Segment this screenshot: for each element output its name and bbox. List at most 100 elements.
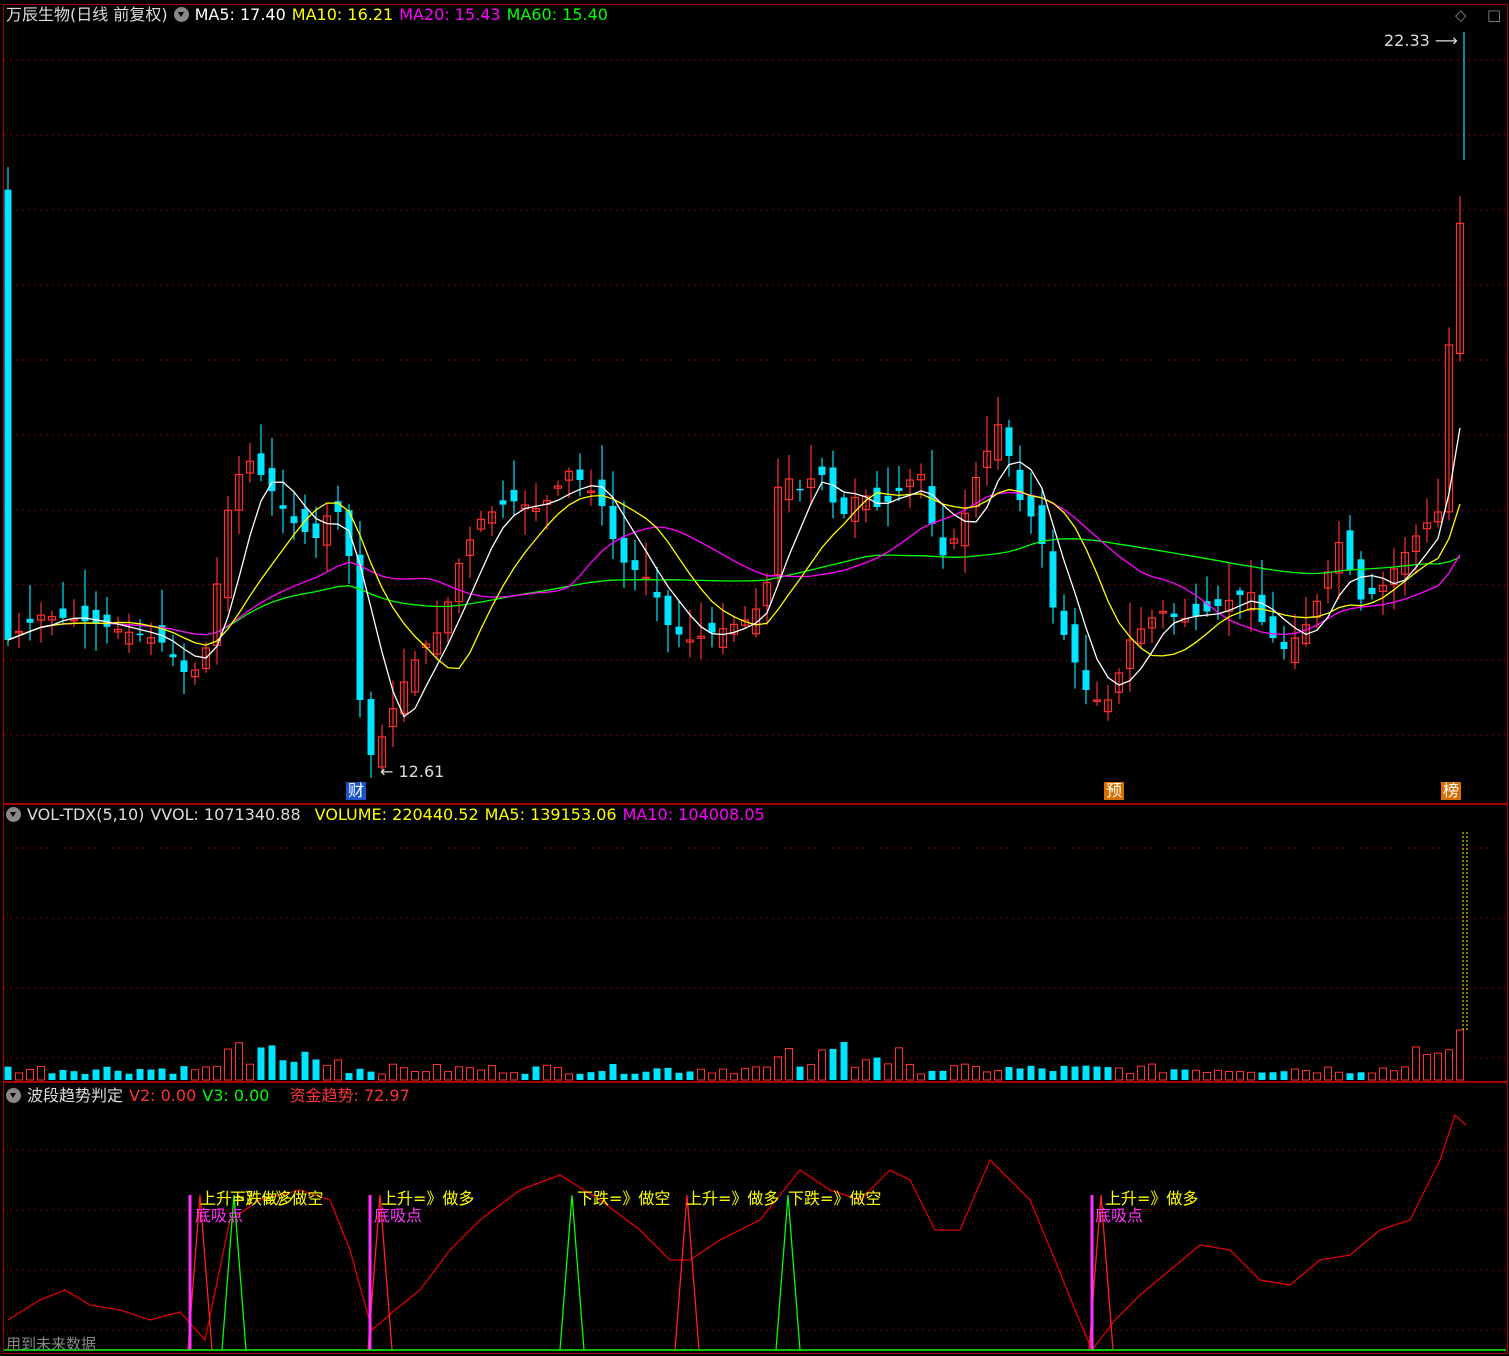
volume-bar xyxy=(532,1066,540,1080)
volume-bar xyxy=(994,1070,1002,1081)
volume-bar xyxy=(246,1063,254,1081)
candle-body xyxy=(1027,495,1035,517)
low-price-label: ← 12.61 xyxy=(380,762,445,781)
volume-bar xyxy=(422,1071,430,1081)
volume-bar xyxy=(466,1067,474,1081)
volume-bar xyxy=(554,1066,562,1081)
volume-bar xyxy=(708,1072,716,1081)
marker-cai[interactable]: 财 xyxy=(346,782,367,800)
volume-bar xyxy=(37,1065,45,1081)
candle-body xyxy=(1357,559,1365,600)
volume-bar xyxy=(521,1073,529,1080)
chart-canvas[interactable] xyxy=(0,0,1509,1356)
volume-bar xyxy=(1071,1066,1079,1080)
volume-bar xyxy=(70,1071,78,1080)
candle-body xyxy=(59,608,67,618)
volume-bar xyxy=(158,1068,166,1080)
volume-bar xyxy=(543,1064,551,1081)
volume-bar xyxy=(609,1064,617,1080)
signal-spike xyxy=(674,1194,700,1351)
candle-body xyxy=(620,537,628,563)
candle-body xyxy=(664,595,672,625)
absorb-label-3: 底吸点 xyxy=(1095,1206,1144,1225)
volume-bar xyxy=(1214,1069,1222,1081)
volume-bar xyxy=(455,1066,463,1081)
volume-bar xyxy=(862,1059,870,1081)
volume-bar xyxy=(796,1066,804,1080)
volume-bar xyxy=(1302,1070,1310,1081)
volume-bar xyxy=(103,1066,111,1080)
volume-bar xyxy=(268,1045,276,1080)
volume-bar xyxy=(1412,1046,1420,1081)
volume-bar xyxy=(675,1072,683,1080)
volume-bar xyxy=(48,1073,56,1080)
volume-bar xyxy=(1346,1073,1354,1080)
signal-spike xyxy=(559,1194,585,1351)
volume-bar xyxy=(1159,1072,1167,1081)
volume-bar xyxy=(114,1070,122,1080)
volume-bar xyxy=(345,1073,353,1080)
candle-body xyxy=(367,699,375,755)
volume-bar xyxy=(1236,1071,1244,1081)
volume-bar xyxy=(576,1073,584,1080)
volume-bar xyxy=(1434,1052,1442,1081)
volume-bar xyxy=(1049,1071,1057,1080)
volume-bar xyxy=(279,1060,287,1080)
candle-body xyxy=(1005,427,1013,456)
candle-body xyxy=(1346,530,1354,570)
signal-spike xyxy=(775,1194,801,1351)
volume-bar xyxy=(587,1072,595,1080)
volume-bar xyxy=(312,1059,320,1080)
candle-body xyxy=(1368,587,1376,594)
volume-bar xyxy=(961,1063,969,1081)
volume-bar xyxy=(917,1073,925,1081)
volume-bar xyxy=(444,1071,452,1081)
volume-bar xyxy=(81,1073,89,1080)
volume-bar xyxy=(26,1068,34,1081)
volume-bar xyxy=(895,1047,903,1081)
candle-body xyxy=(136,633,144,636)
marker-yu[interactable]: 预 xyxy=(1104,782,1125,800)
volume-bar xyxy=(1115,1067,1123,1081)
volume-bar xyxy=(510,1072,518,1081)
marker-bang[interactable]: 榜 xyxy=(1441,782,1462,800)
volume-bar xyxy=(1456,1029,1464,1081)
volume-bar xyxy=(1335,1071,1343,1081)
signal-label-4: 下跌=》做空 xyxy=(577,1189,671,1208)
volume-bar xyxy=(686,1071,694,1080)
candle-body xyxy=(873,487,881,507)
candle-body xyxy=(26,618,34,623)
volume-bar xyxy=(1258,1072,1266,1080)
volume-bar xyxy=(829,1048,837,1080)
candle-body xyxy=(1071,624,1079,663)
candle-body xyxy=(4,189,12,640)
volume-bar xyxy=(730,1073,738,1081)
volume-bar xyxy=(1082,1065,1090,1080)
candle-body xyxy=(1192,603,1200,616)
candle-body xyxy=(1269,616,1277,638)
volume-bar xyxy=(301,1051,309,1080)
volume-bar xyxy=(389,1063,397,1081)
volume-bar xyxy=(1093,1066,1101,1080)
volume-bar xyxy=(15,1072,23,1081)
signal-label-5: 上升=》做多 xyxy=(686,1189,780,1208)
volume-bar xyxy=(752,1066,760,1081)
candle-body xyxy=(92,609,100,624)
volume-bar xyxy=(367,1071,375,1080)
volume-bar xyxy=(202,1066,210,1081)
volume-bar xyxy=(477,1069,485,1081)
volume-bar xyxy=(1324,1066,1332,1081)
signal-label-6: 下跌=》做空 xyxy=(788,1189,882,1208)
volume-bar xyxy=(1368,1072,1376,1081)
volume-bar xyxy=(59,1070,67,1080)
candle-body xyxy=(928,486,936,524)
volume-bar xyxy=(1225,1070,1233,1081)
volume-bar xyxy=(1038,1068,1046,1080)
volume-bar xyxy=(334,1059,342,1081)
volume-bar xyxy=(400,1067,408,1081)
ma5-line xyxy=(7,427,1461,718)
volume-bar xyxy=(884,1063,892,1081)
candle-body xyxy=(818,466,826,475)
volume-bar xyxy=(4,1066,12,1080)
candle-body xyxy=(796,488,804,491)
